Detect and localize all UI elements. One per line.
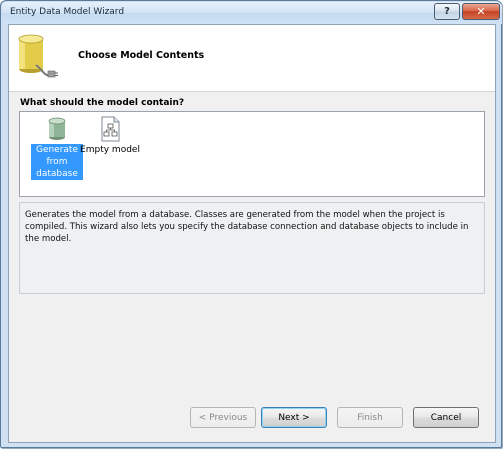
help-button[interactable]: ? xyxy=(434,3,460,20)
database-icon xyxy=(48,117,66,140)
model-choice-list[interactable]: Generate from database Empty model xyxy=(19,111,485,197)
cancel-button[interactable]: Cancel xyxy=(413,407,479,428)
choice-description: Generates the model from a database. Cla… xyxy=(19,202,485,294)
wizard-header: Choose Model Contents xyxy=(9,25,495,92)
finish-button[interactable]: Finish xyxy=(337,407,403,428)
wizard-client-area: Choose Model Contents What should the mo… xyxy=(8,24,496,443)
window-title: Entity Data Model Wizard xyxy=(10,7,125,17)
model-contents-question: What should the model contain? xyxy=(20,98,185,108)
choice-label: Generate from database xyxy=(31,144,83,180)
choice-empty-model[interactable]: Empty model xyxy=(80,116,140,156)
wizard-window: Entity Data Model Wizard ? ✕ Choose Mode… xyxy=(0,0,502,448)
close-icon: ✕ xyxy=(476,5,486,18)
next-button[interactable]: Next > xyxy=(261,407,327,428)
page-title: Choose Model Contents xyxy=(78,50,205,61)
database-plug-icon xyxy=(18,34,58,78)
previous-button[interactable]: < Previous xyxy=(190,407,256,428)
empty-model-icon xyxy=(101,116,120,142)
close-button[interactable]: ✕ xyxy=(462,3,500,20)
choice-generate-from-database[interactable]: Generate from database xyxy=(31,116,83,180)
help-icon: ? xyxy=(444,6,450,17)
choice-label: Empty model xyxy=(80,145,140,155)
title-bar[interactable]: Entity Data Model Wizard ? ✕ xyxy=(2,2,502,24)
